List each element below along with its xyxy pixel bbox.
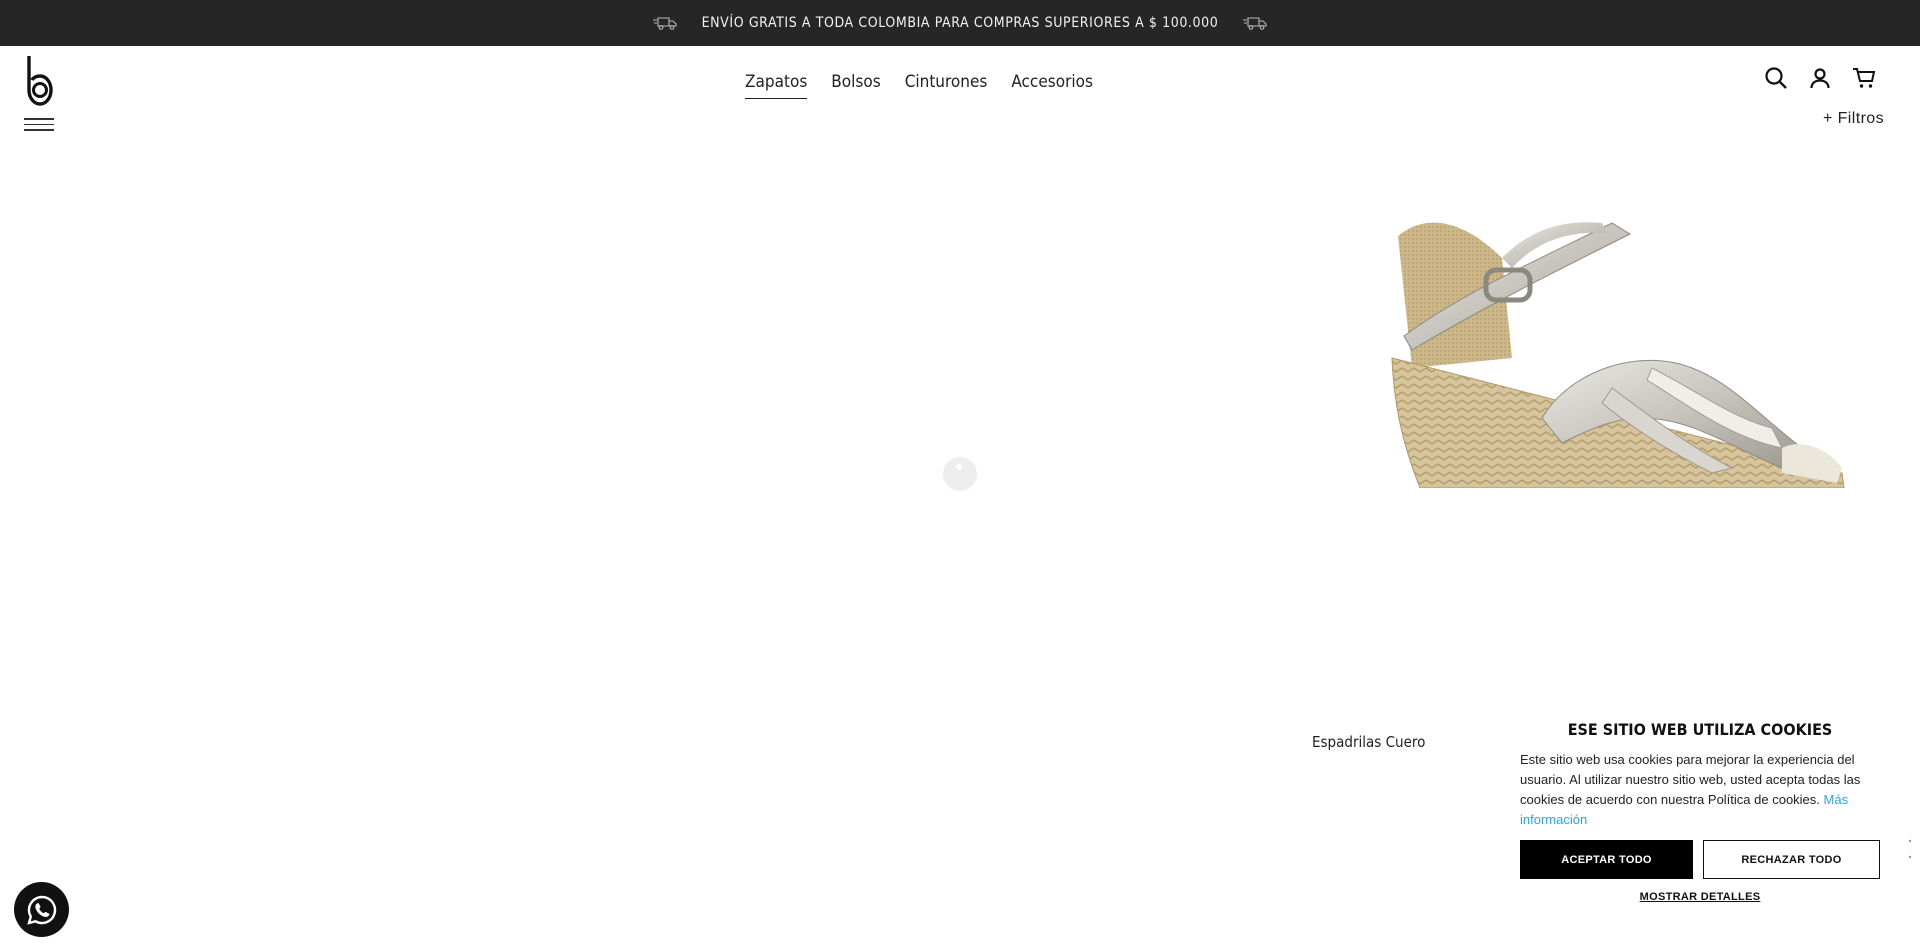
announcement-text: ENVÍO GRATIS A TODA COLOMBIA PARA COMPRA…	[701, 15, 1219, 31]
truck-icon	[1243, 17, 1267, 30]
show-details-button[interactable]: MOSTRAR DETALLES	[1498, 891, 1902, 903]
product-card[interactable]	[1312, 118, 1888, 724]
scroll-indicator	[1908, 839, 1912, 859]
main-nav: Zapatos Bolsos Cinturones Accesorios	[0, 72, 1879, 99]
site-header: Zapatos Bolsos Cinturones Accesorios	[0, 46, 1920, 131]
truck-icon	[652, 17, 677, 30]
reject-all-button[interactable]: RECHAZAR TODO	[1703, 840, 1880, 879]
cookie-description: Este sitio web usa cookies para mejorar …	[1520, 750, 1880, 830]
user-icon[interactable]	[1808, 66, 1832, 90]
cart-icon[interactable]	[1852, 66, 1876, 90]
product-name[interactable]: Espadrilas Cuero	[1312, 733, 1425, 751]
whatsapp-icon	[26, 895, 56, 925]
loading-spinner	[943, 457, 977, 491]
nav-item-cinturones[interactable]: Cinturones	[905, 72, 988, 99]
nav-item-accesorios[interactable]: Accesorios	[1011, 72, 1093, 99]
search-icon[interactable]	[1764, 66, 1788, 90]
announcement-bar: ENVÍO GRATIS A TODA COLOMBIA PARA COMPRA…	[0, 0, 1920, 46]
menu-icon[interactable]	[24, 118, 56, 138]
accept-all-button[interactable]: ACEPTAR TODO	[1520, 840, 1693, 879]
nav-item-bolsos[interactable]: Bolsos	[831, 72, 880, 99]
header-icons	[1764, 66, 1876, 90]
cookie-text: Este sitio web usa cookies para mejorar …	[1520, 752, 1861, 807]
cookie-title: ESE SITIO WEB UTILIZA COOKIES	[1567, 720, 1833, 739]
whatsapp-button[interactable]	[14, 882, 69, 937]
cookie-banner: ESE SITIO WEB UTILIZA COOKIES Este sitio…	[1498, 710, 1908, 947]
product-image[interactable]	[1312, 118, 1888, 488]
nav-item-zapatos[interactable]: Zapatos	[745, 72, 808, 99]
